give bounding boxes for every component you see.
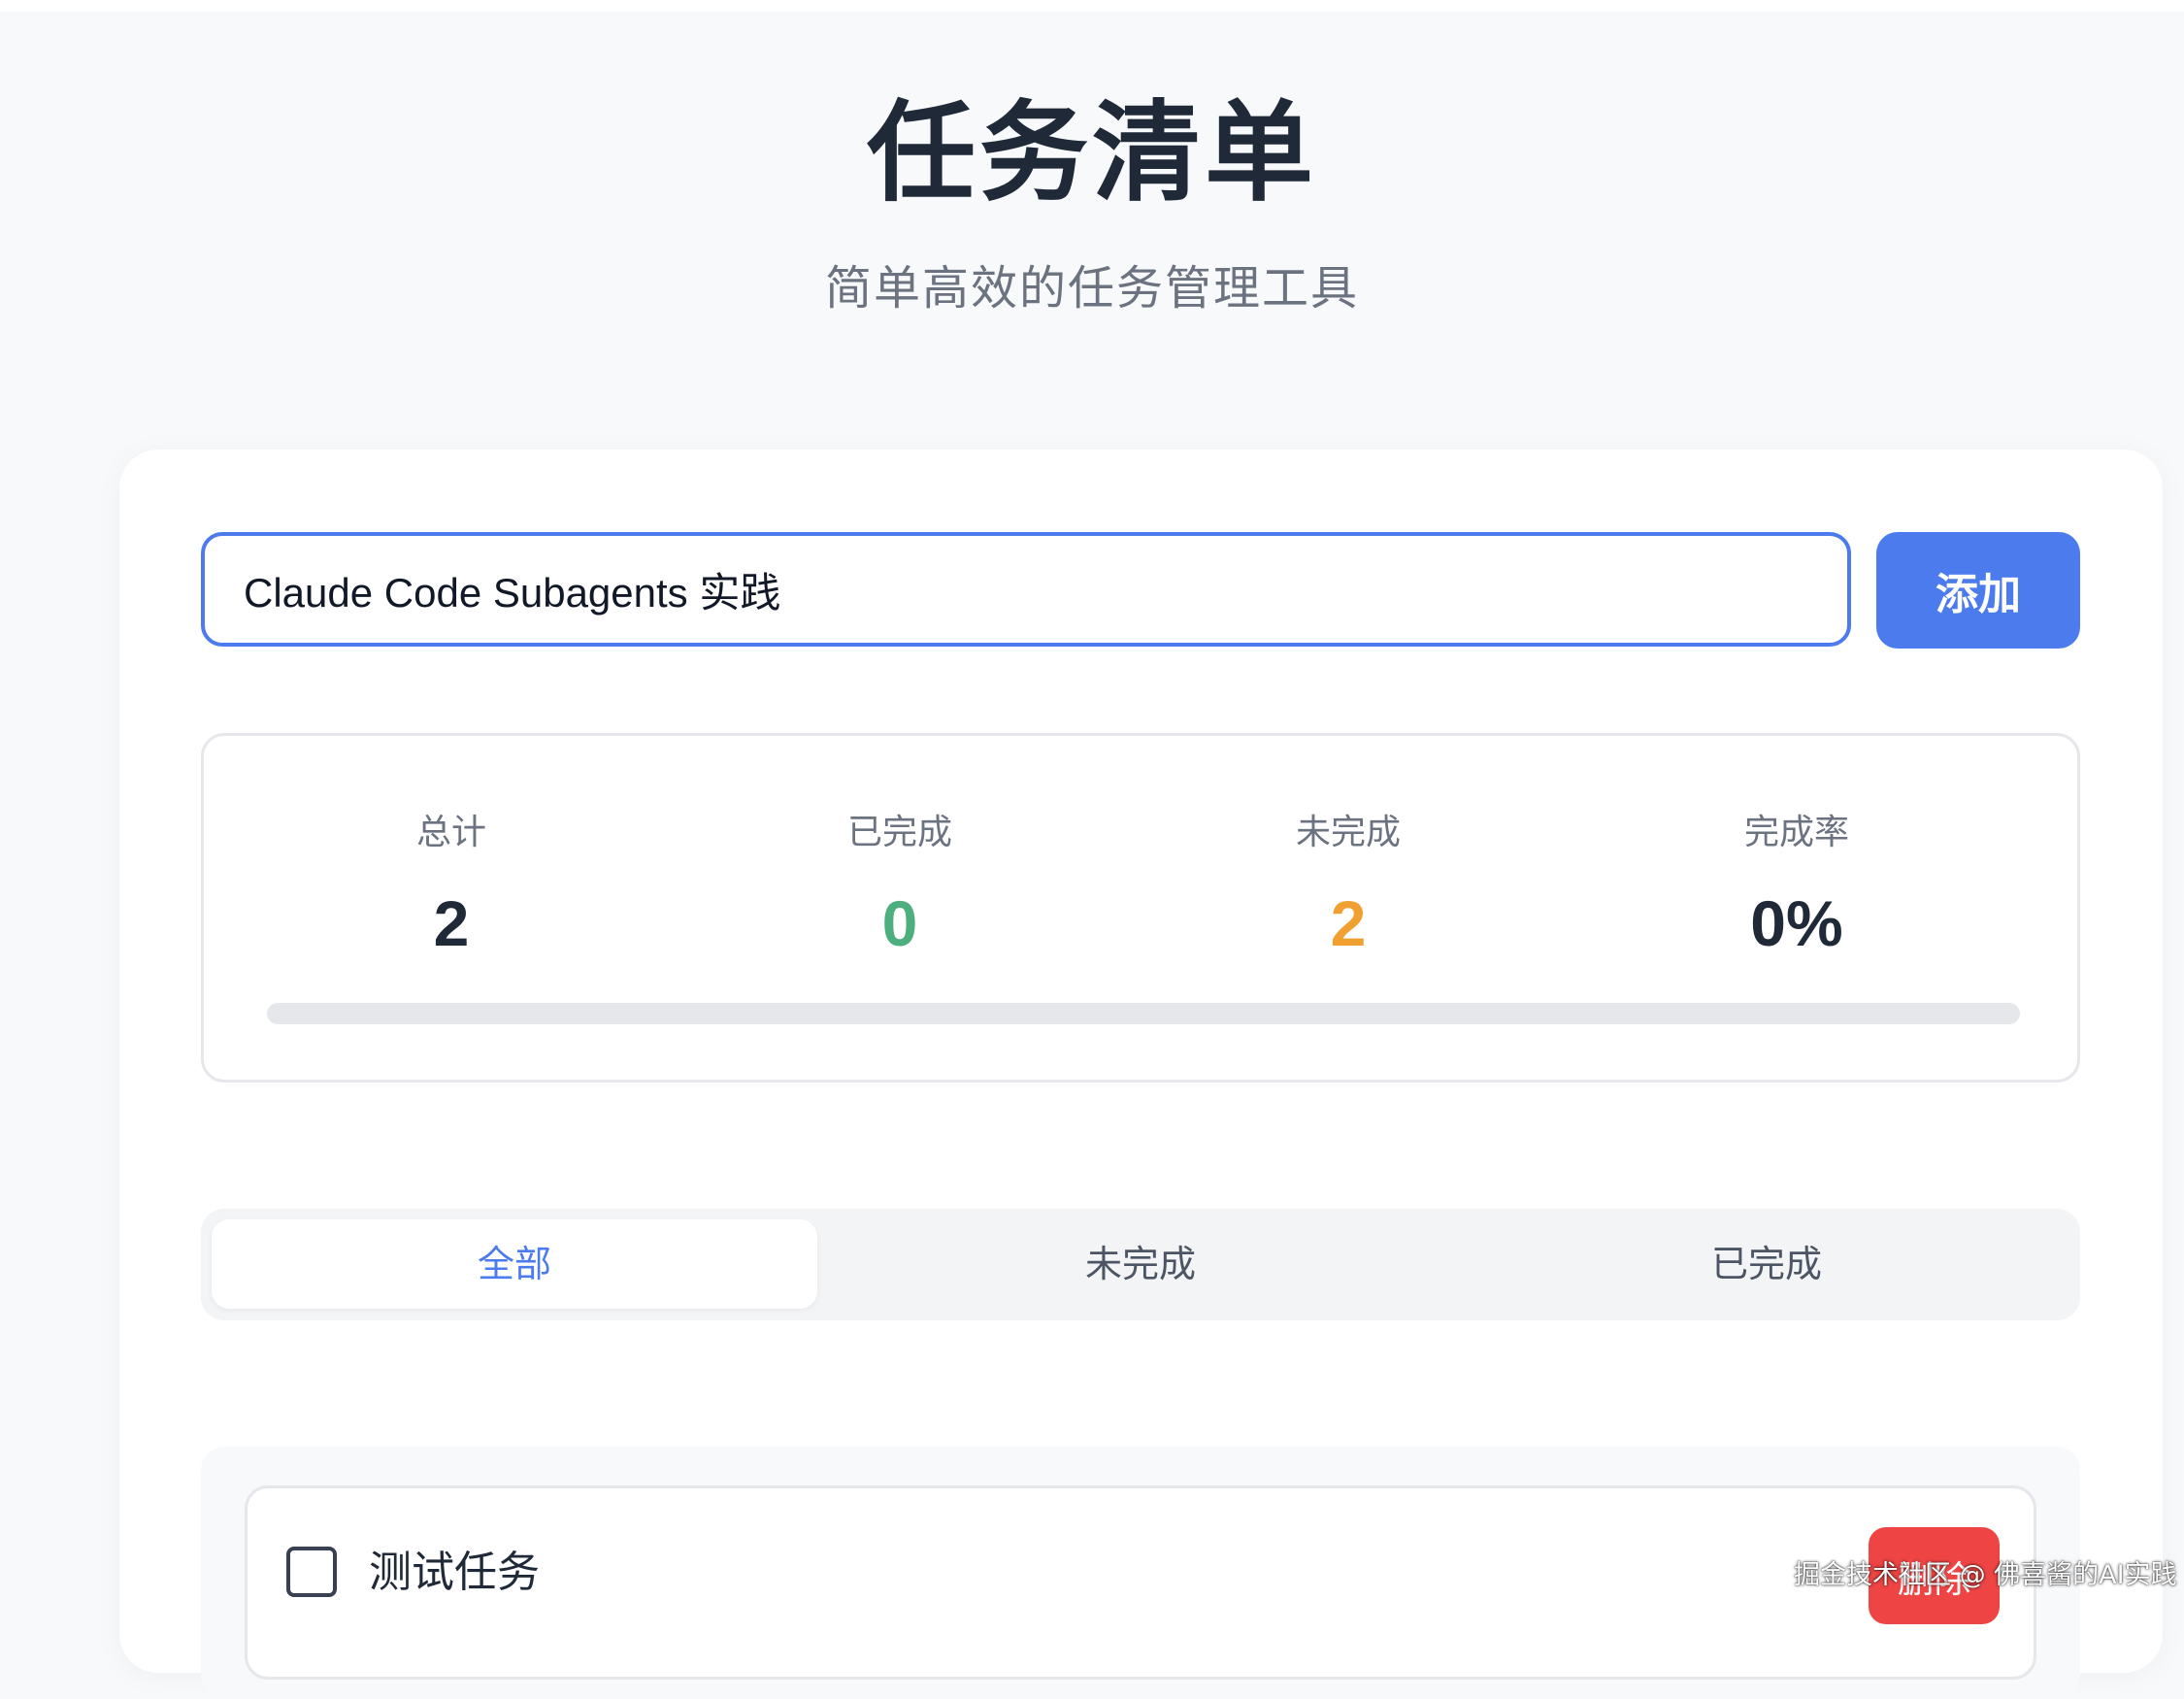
stat-pending-label: 未完成 xyxy=(1295,813,1401,852)
tab-pending[interactable]: 未完成 xyxy=(838,1219,1443,1309)
stat-total-value: 2 xyxy=(433,887,470,959)
progress-bar xyxy=(267,1003,2020,1024)
task-item: 测试任务 删除 xyxy=(245,1485,2036,1680)
watermark: 掘金技术社区 @ 佛喜酱的AI实践 xyxy=(1794,1560,2177,1590)
stat-done-label: 已完成 xyxy=(846,813,952,852)
filter-tabs: 全部 未完成 已完成 xyxy=(201,1209,2080,1320)
stats-panel: 总计 2 已完成 0 未完成 2 完成率 0% xyxy=(201,733,2080,1083)
stat-total-label: 总计 xyxy=(415,813,486,852)
task-title: 测试任务 xyxy=(369,1548,540,1597)
top-strip xyxy=(0,0,2184,12)
stat-total: 总计 2 xyxy=(248,804,655,977)
stat-pending: 未完成 2 xyxy=(1144,804,1552,977)
tab-done[interactable]: 已完成 xyxy=(1464,1219,2069,1309)
stat-pending-value: 2 xyxy=(1330,887,1367,959)
stat-done-value: 0 xyxy=(881,887,918,959)
stat-done: 已完成 0 xyxy=(696,804,1104,977)
stat-rate: 完成率 0% xyxy=(1593,804,2001,977)
stat-rate-label: 完成率 xyxy=(1743,813,1849,852)
page-subtitle: 简单高效的任务管理工具 xyxy=(824,261,1359,316)
add-button[interactable]: 添加 xyxy=(1876,532,2080,649)
task-input[interactable] xyxy=(201,532,1851,647)
task-checkbox[interactable] xyxy=(286,1547,337,1597)
stat-rate-value: 0% xyxy=(1750,887,1843,959)
tab-all[interactable]: 全部 xyxy=(212,1219,817,1309)
page-title: 任务清单 xyxy=(867,90,1317,217)
